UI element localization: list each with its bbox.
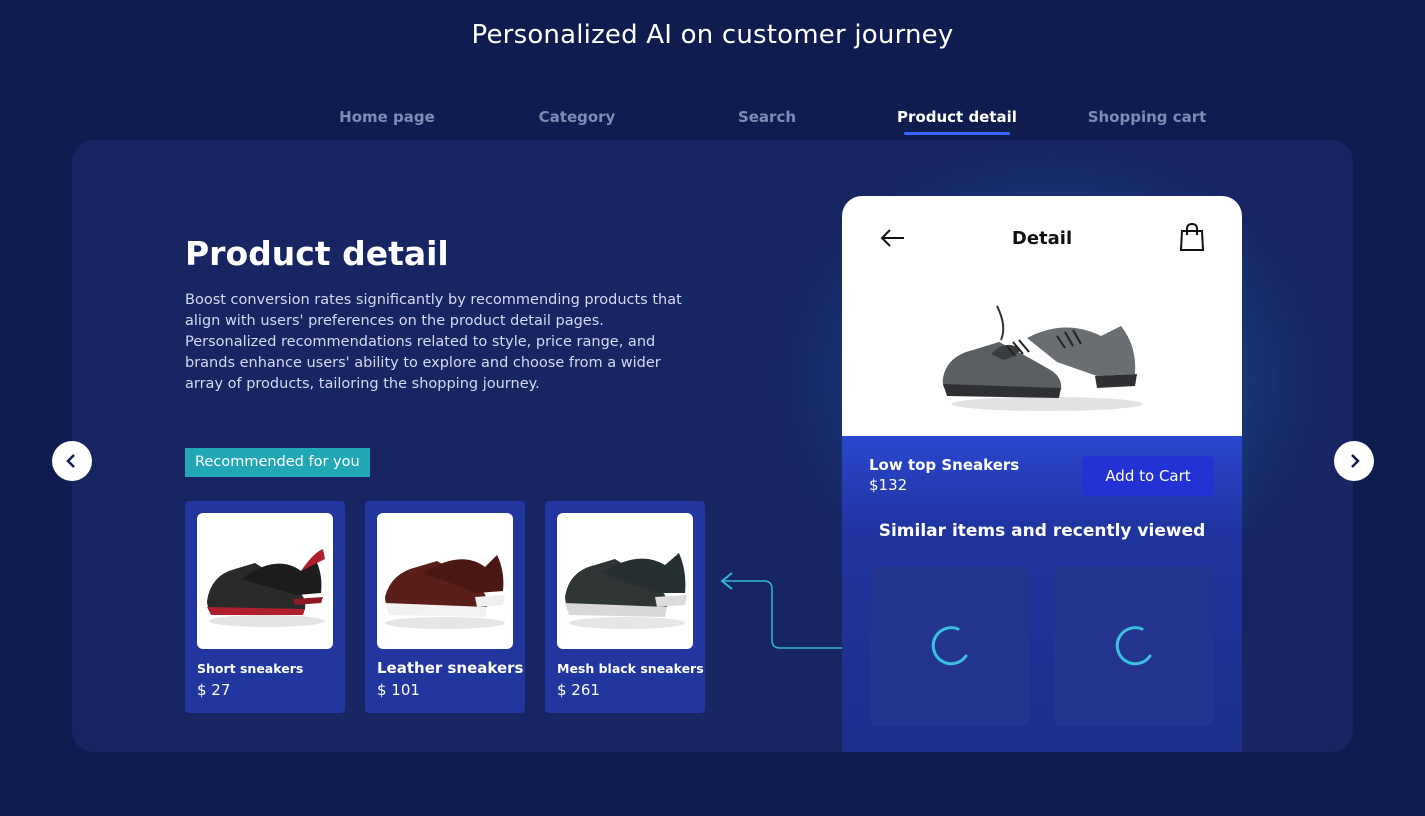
product-name: Low top Sneakers [869, 456, 1020, 474]
phone-header-area: Detail [842, 196, 1242, 436]
tab-label: Product detail [897, 108, 1017, 126]
product-price: $132 [869, 476, 908, 494]
previous-slide-button[interactable] [52, 441, 92, 481]
section-heading: Product detail [185, 234, 449, 273]
recommendation-card[interactable]: Short sneakers $ 27 [185, 501, 345, 713]
content-panel: Product detail Boost conversion rates si… [72, 140, 1353, 752]
sneaker-image [565, 553, 687, 629]
product-image [557, 513, 693, 649]
product-image [197, 513, 333, 649]
chevron-left-icon [66, 454, 75, 468]
tab-product-detail[interactable]: Product detail [862, 108, 1052, 135]
recommendation-card[interactable]: Leather sneakers $ 101 [365, 501, 525, 713]
spinner-icon [1115, 626, 1152, 666]
tab-label: Search [737, 108, 797, 126]
product-price: $ 101 [377, 681, 420, 699]
phone-mockup: Detail Low top Sneakers $132 Add to Cart [842, 196, 1242, 752]
similar-items-title: Similar items and recently viewed [878, 521, 1206, 541]
sneaker-image [207, 549, 325, 627]
product-name: Mesh black sneakers [557, 661, 704, 676]
spinner-icon [931, 626, 968, 666]
tab-label: Shopping cart [1087, 108, 1207, 126]
product-image [377, 513, 513, 649]
tab-search[interactable]: Search [672, 108, 862, 126]
loading-placeholder-card [870, 566, 1030, 726]
section-description: Boost conversion rates significantly by … [185, 292, 682, 392]
recommended-badge: Recommended for you [185, 448, 370, 477]
tab-category[interactable]: Category [482, 108, 672, 126]
recommendation-card[interactable]: Mesh black sneakers $ 261 [545, 501, 705, 713]
loading-placeholder-card [1054, 566, 1214, 726]
page-title: Personalized AI on customer journey [471, 20, 954, 50]
active-tab-indicator [904, 132, 1010, 135]
next-slide-button[interactable] [1334, 441, 1374, 481]
shopping-bag-icon[interactable] [1178, 222, 1206, 252]
tab-label: Home page [339, 108, 435, 126]
product-price: $ 261 [557, 681, 600, 699]
tab-shopping-cart[interactable]: Shopping cart [1052, 108, 1242, 126]
add-to-cart-button[interactable]: Add to Cart [1082, 456, 1214, 496]
chevron-right-icon [1351, 454, 1360, 468]
tab-home-page[interactable]: Home page [292, 108, 482, 126]
phone-product-info: Low top Sneakers $132 Add to Cart Simila… [842, 436, 1242, 752]
tab-label: Category [538, 108, 616, 126]
product-name: Leather sneakers [377, 659, 524, 677]
product-name: Short sneakers [197, 661, 304, 676]
sneaker-image [385, 551, 505, 629]
product-price: $ 27 [197, 681, 231, 699]
journey-tabs: Home page Category Search Product detail… [292, 108, 1242, 142]
product-hero-image [942, 305, 1143, 411]
